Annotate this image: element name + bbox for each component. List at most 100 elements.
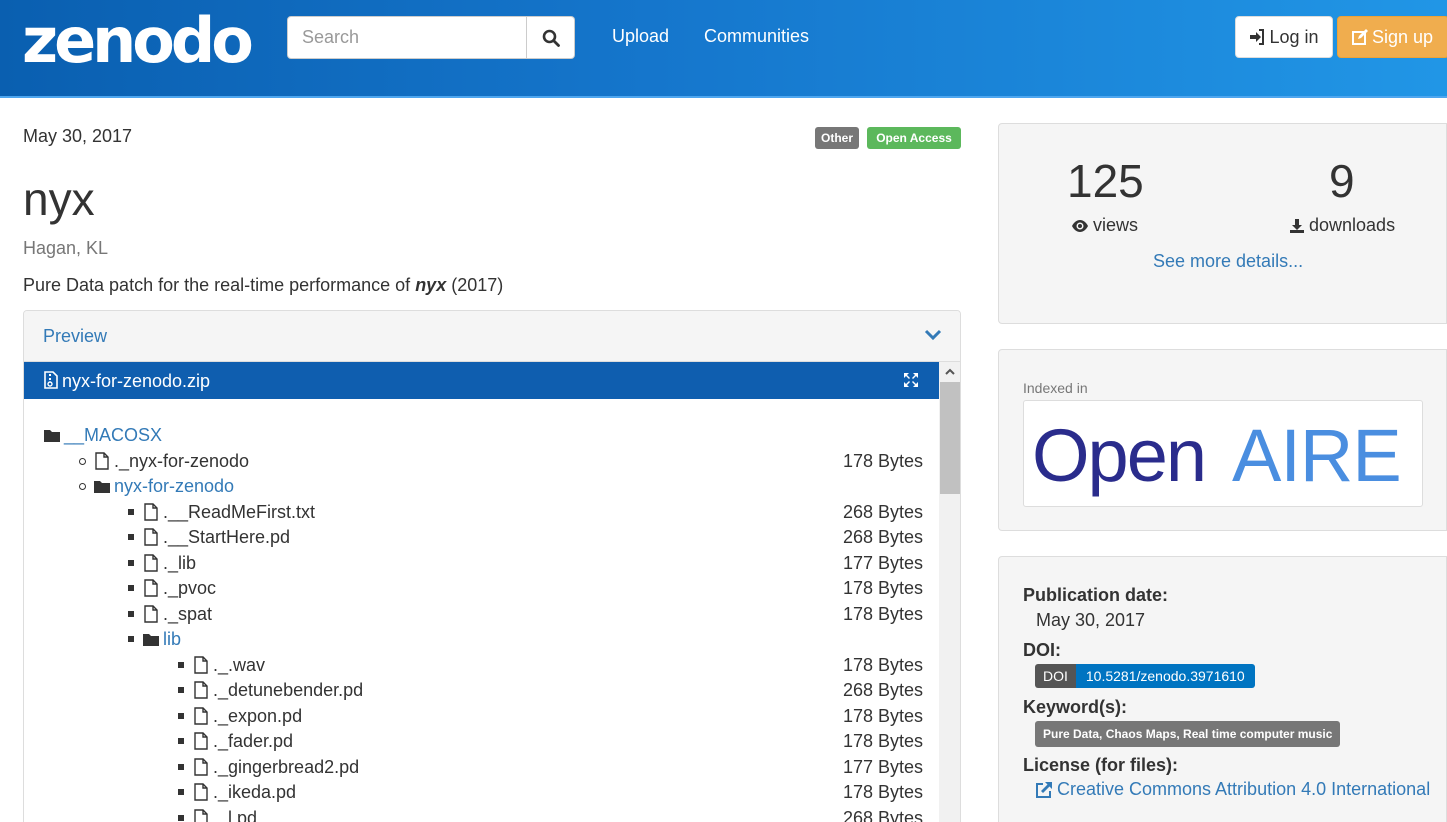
folder-icon [44, 430, 60, 442]
list-bullet [178, 815, 184, 821]
indexed-panel: Indexed in Open AIRE [998, 349, 1447, 531]
list-bullet [128, 534, 134, 540]
publication-date-value: May 30, 2017 [1036, 610, 1146, 630]
download-icon [1290, 218, 1304, 233]
file-icon [95, 452, 109, 470]
file-icon [144, 528, 158, 546]
list-bullet [128, 585, 134, 591]
preview-header[interactable]: Preview [24, 311, 960, 362]
file-name: ._spat [163, 604, 213, 624]
keywords-label: Keyword(s): [1023, 697, 1128, 717]
doi-badge-prefix: DOI [1035, 664, 1076, 688]
external-link-icon [1036, 781, 1052, 798]
svg-text:AIRE: AIRE [1232, 414, 1401, 497]
folder-name[interactable]: __MACOSX [64, 424, 162, 446]
file-icon [194, 707, 208, 725]
description-emphasis: nyx [415, 275, 447, 295]
list-bullet [178, 687, 184, 693]
list-bullet [79, 483, 86, 490]
publication-date-label: Publication date: [1023, 585, 1169, 605]
record-description: Pure Data patch for the real-time perfor… [23, 275, 503, 296]
edit-icon [1352, 29, 1368, 45]
file-archive-icon [44, 371, 58, 389]
zenodo-logo[interactable]: zenodo [22, 6, 254, 76]
file-size: 268 Bytes [843, 502, 924, 522]
license-text: Creative Commons Attribution 4.0 Interna… [1057, 779, 1431, 799]
tree-file: ._l.pd 268 Bytes [24, 807, 939, 822]
signup-button[interactable]: Sign up [1337, 16, 1447, 58]
file-size: 178 Bytes [843, 731, 924, 751]
file-name: ._l.pd [213, 808, 258, 822]
license-link[interactable]: Creative Commons Attribution 4.0 Interna… [1035, 779, 1430, 800]
file-name: ._fader.pd [213, 731, 294, 751]
file-size: 178 Bytes [843, 578, 924, 598]
tree-file: ._spat 178 Bytes [24, 603, 939, 625]
record-author: Hagan, KL [23, 238, 109, 258]
see-more-details-link[interactable]: See more details... [1153, 251, 1303, 272]
tree-file: ._pvoc 178 Bytes [24, 577, 939, 599]
file-size: 178 Bytes [843, 706, 924, 726]
access-badge: Open Access [867, 127, 961, 149]
tree-folder[interactable]: __MACOSX [24, 424, 939, 446]
file-size: 178 Bytes [843, 782, 924, 802]
preview-scrollbar[interactable] [939, 362, 960, 822]
list-bullet [128, 509, 134, 515]
login-label: Log in [1269, 26, 1319, 47]
tree-folder[interactable]: nyx-for-zenodo [24, 475, 939, 497]
scroll-thumb[interactable] [940, 382, 960, 494]
folder-name[interactable]: nyx-for-zenodo [114, 475, 234, 497]
file-icon [194, 656, 208, 674]
eye-icon [1072, 219, 1088, 232]
file-name: ._nyx-for-zenodo [114, 451, 250, 471]
openaire-logo[interactable]: Open AIRE [1023, 400, 1423, 507]
scroll-up-arrow-icon[interactable] [939, 362, 960, 382]
top-navbar: zenodo Upload Communities Log in Sign up [0, 0, 1447, 98]
nav-upload[interactable]: Upload [612, 26, 669, 47]
file-name: ._expon.pd [213, 706, 303, 726]
search-button[interactable] [527, 16, 575, 59]
file-name: ._pvoc [163, 578, 217, 598]
fullscreen-icon[interactable] [903, 372, 919, 388]
nav-communities[interactable]: Communities [704, 26, 809, 47]
tree-file: ._ikeda.pd 178 Bytes [24, 781, 939, 803]
folder-name[interactable]: lib [163, 628, 181, 650]
list-bullet [178, 662, 184, 668]
file-name: ._lib [163, 553, 197, 573]
file-icon [144, 605, 158, 623]
views-count: 125 [1067, 155, 1144, 207]
resource-type-badge: Other [815, 127, 860, 149]
file-size: 178 Bytes [843, 451, 924, 471]
login-button[interactable]: Log in [1235, 16, 1333, 58]
folder-icon [94, 481, 110, 493]
downloads-label: downloads [1289, 215, 1395, 236]
list-bullet [178, 738, 184, 744]
file-name: .__ReadMeFirst.txt [163, 502, 316, 522]
file-name: ._gingerbread2.pd [213, 757, 360, 777]
folder-icon [143, 634, 159, 646]
downloads-count: 9 [1329, 155, 1355, 207]
chevron-down-icon[interactable] [924, 328, 942, 342]
keywords-badge[interactable]: Pure Data, Chaos Maps, Real time compute… [1035, 721, 1341, 747]
doi-badge[interactable]: DOI 10.5281/zenodo.3971610 [1035, 664, 1255, 688]
list-bullet [178, 789, 184, 795]
description-suffix: (2017) [446, 275, 504, 295]
tree-file: ._expon.pd 178 Bytes [24, 705, 939, 727]
search-input[interactable] [287, 16, 527, 59]
preview-panel: Preview nyx-for-zenodo.zip __MACOSX ._nyx… [23, 310, 961, 822]
tree-file: ._.wav 178 Bytes [24, 654, 939, 676]
file-size: 268 Bytes [843, 527, 924, 547]
svg-text:Open: Open [1032, 414, 1205, 497]
file-size: 177 Bytes [843, 553, 924, 573]
file-icon [194, 681, 208, 699]
tree-file: ._detunebender.pd 268 Bytes [24, 679, 939, 701]
stats-panel: 125 views 9 downloads See more details..… [998, 123, 1447, 324]
search-icon [542, 29, 560, 47]
file-icon [144, 503, 158, 521]
downloads-text: downloads [1309, 215, 1396, 235]
tree-folder[interactable]: lib [24, 628, 939, 650]
views-label: views [1071, 215, 1138, 236]
tree-file: ._lib 177 Bytes [24, 552, 939, 574]
list-bullet [128, 636, 134, 642]
file-name: ._ikeda.pd [213, 782, 297, 802]
list-bullet [178, 764, 184, 770]
